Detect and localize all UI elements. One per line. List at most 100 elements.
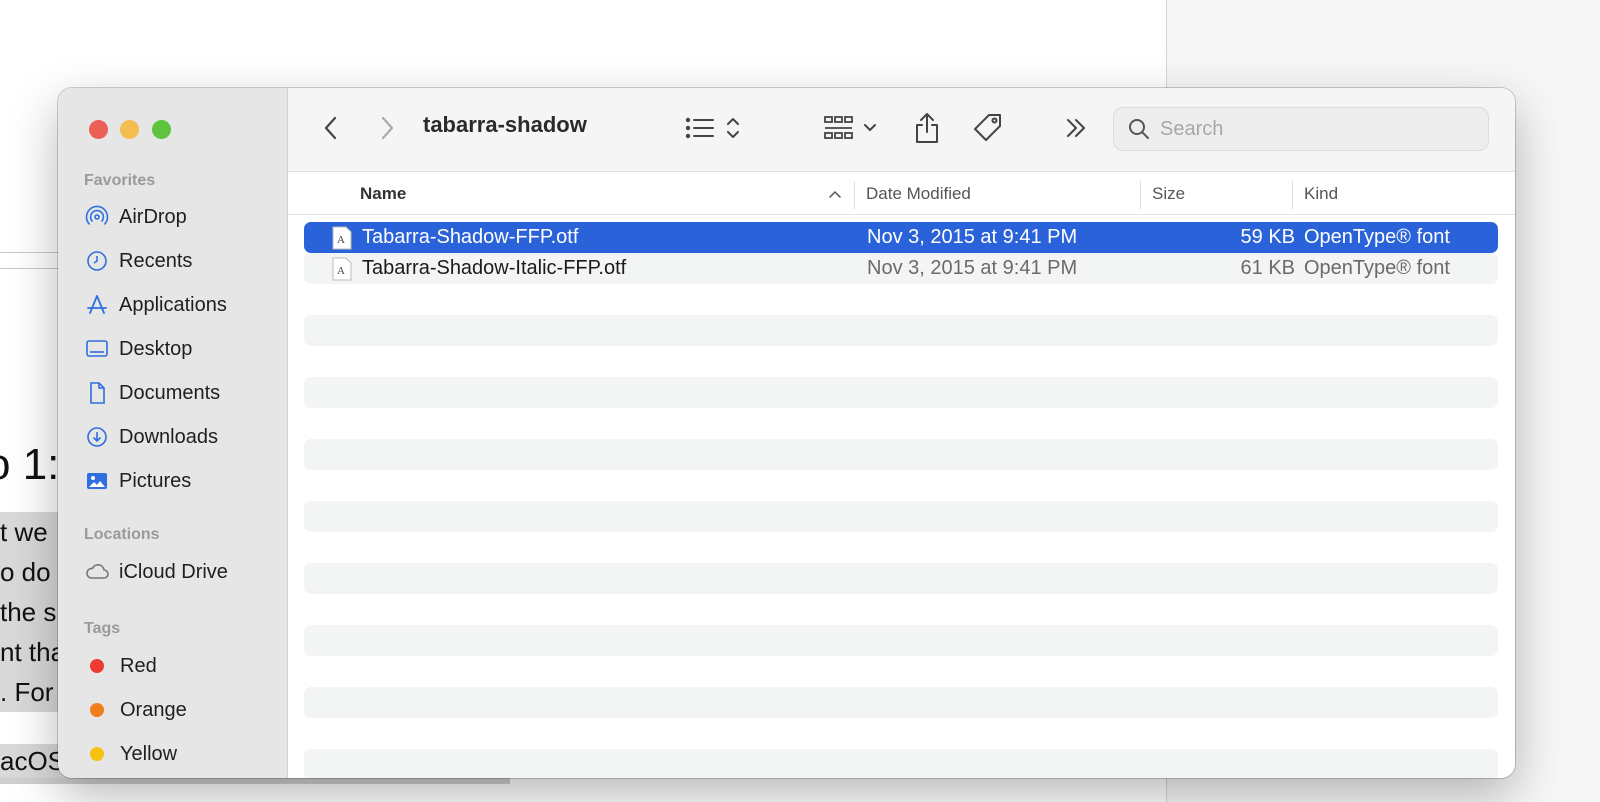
- sidebar-item-label: Orange: [120, 698, 187, 721]
- empty-row: [304, 625, 1498, 656]
- search-icon: [1129, 119, 1149, 139]
- back-button[interactable]: [316, 110, 346, 146]
- double-chevron-right-icon: [1067, 119, 1085, 137]
- download-icon: [84, 424, 110, 450]
- tag-icon: [974, 114, 1001, 141]
- document-icon: [84, 380, 110, 406]
- file-size: 61 KB: [1240, 257, 1295, 279]
- svg-text:A: A: [337, 265, 345, 277]
- sidebar-item-pictures[interactable]: Pictures: [84, 466, 191, 496]
- clock-icon: [84, 248, 110, 274]
- applications-icon: [84, 292, 110, 318]
- font-file-icon: A: [332, 257, 352, 281]
- sidebar-item-label: Pictures: [119, 469, 192, 492]
- file-name: Tabarra-Shadow-FFP.otf: [362, 226, 579, 248]
- file-row[interactable]: A Tabarra-Shadow-FFP.otf Nov 3, 2015 at …: [304, 222, 1498, 253]
- zoom-window-button[interactable]: [152, 120, 171, 139]
- sidebar-item-label: AirDrop: [119, 205, 187, 228]
- file-row[interactable]: A Tabarra-Shadow-Italic-FFP.otf Nov 3, 2…: [304, 253, 1498, 284]
- sidebar-item-recents[interactable]: Recents: [84, 246, 192, 276]
- empty-row: [304, 532, 1498, 563]
- chevron-up-down-icon: [727, 118, 739, 138]
- sort-ascending-icon: [829, 191, 841, 198]
- file-browser: tabarra-shadow Search Name Date Modified…: [288, 88, 1515, 778]
- grid-icon: [824, 116, 853, 139]
- desktop-icon: [84, 336, 110, 362]
- empty-row: [304, 749, 1498, 778]
- column-header: Name Date Modified Size Kind: [288, 173, 1515, 215]
- empty-row: [304, 408, 1498, 439]
- search-input[interactable]: [1160, 117, 1480, 141]
- sidebar-item-desktop[interactable]: Desktop: [84, 334, 192, 364]
- svg-text:A: A: [337, 234, 345, 246]
- empty-row: [304, 470, 1498, 501]
- group-button[interactable]: [820, 110, 880, 146]
- cloud-icon: [84, 559, 110, 585]
- sidebar-item-downloads[interactable]: Downloads: [84, 422, 218, 452]
- empty-row: [304, 656, 1498, 687]
- tag-button[interactable]: [970, 110, 1006, 146]
- column-separator[interactable]: [1292, 181, 1293, 209]
- empty-row: [304, 346, 1498, 377]
- toolbar: tabarra-shadow: [288, 88, 1515, 172]
- empty-row: [304, 563, 1498, 594]
- file-date-modified: Nov 3, 2015 at 9:41 PM: [867, 226, 1078, 248]
- sidebar-item-label: Yellow: [120, 742, 178, 765]
- sidebar-item-label: Downloads: [119, 425, 218, 448]
- tag-color-dot: [90, 747, 104, 761]
- background-scrollbar: [0, 778, 510, 784]
- list-view-icon: [685, 117, 714, 139]
- background-heading: o 1:: [0, 440, 60, 489]
- column-separator[interactable]: [1140, 181, 1141, 209]
- sidebar-tag-red[interactable]: Red: [84, 651, 157, 681]
- file-list: A Tabarra-Shadow-FFP.otf Nov 3, 2015 at …: [304, 222, 1498, 778]
- view-options-button[interactable]: [682, 110, 744, 146]
- sidebar-item-label: Red: [120, 654, 157, 677]
- empty-row: [304, 377, 1498, 408]
- finder-window: Favorites AirDrop Recents Applications D…: [58, 88, 1515, 778]
- sidebar-tag-yellow[interactable]: Yellow: [84, 739, 177, 769]
- file-size: 59 KB: [1240, 226, 1295, 248]
- sidebar-item-airdrop[interactable]: AirDrop: [84, 202, 187, 232]
- empty-row: [304, 315, 1498, 346]
- close-window-button[interactable]: [89, 120, 108, 139]
- column-separator[interactable]: [854, 181, 855, 209]
- column-size[interactable]: Size: [1152, 184, 1185, 204]
- empty-row: [304, 501, 1498, 532]
- file-name: Tabarra-Shadow-Italic-FFP.otf: [362, 257, 627, 279]
- empty-row: [304, 718, 1498, 749]
- column-kind[interactable]: Kind: [1304, 184, 1338, 204]
- sidebar-item-label: Recents: [119, 249, 193, 272]
- more-toolbar-items-button[interactable]: [1060, 110, 1092, 146]
- empty-row: [304, 439, 1498, 470]
- search-field[interactable]: [1113, 107, 1489, 151]
- sidebar-item-applications[interactable]: Applications: [84, 290, 227, 320]
- file-kind: OpenType® font: [1304, 257, 1450, 279]
- sidebar-item-label: Documents: [119, 381, 221, 404]
- sidebar-item-label: Desktop: [119, 337, 193, 360]
- share-button[interactable]: [910, 110, 944, 146]
- chevron-left-icon: [324, 116, 337, 140]
- sidebar-item-label: iCloud Drive: [119, 560, 228, 583]
- file-date-modified: Nov 3, 2015 at 9:41 PM: [867, 257, 1078, 279]
- empty-row: [304, 594, 1498, 625]
- window-title: tabarra-shadow: [423, 112, 587, 137]
- column-name[interactable]: Name: [360, 184, 406, 204]
- file-kind: OpenType® font: [1304, 226, 1450, 248]
- sidebar-section-favorites: Favorites: [84, 172, 156, 189]
- sidebar-tag-orange[interactable]: Orange: [84, 695, 187, 725]
- tag-color-dot: [90, 703, 104, 717]
- sidebar: Favorites AirDrop Recents Applications D…: [58, 88, 288, 778]
- minimize-window-button[interactable]: [120, 120, 139, 139]
- forward-button[interactable]: [372, 110, 402, 146]
- sidebar-item-documents[interactable]: Documents: [84, 378, 220, 408]
- sidebar-item-icloud-drive[interactable]: iCloud Drive: [84, 557, 228, 587]
- empty-row: [304, 687, 1498, 718]
- airdrop-icon: [84, 204, 110, 230]
- sidebar-item-label: Applications: [119, 293, 227, 316]
- share-icon: [916, 113, 938, 143]
- chevron-down-icon: [864, 124, 876, 131]
- chevron-right-icon: [381, 116, 394, 140]
- empty-row: [304, 284, 1498, 315]
- column-date-modified[interactable]: Date Modified: [866, 184, 971, 204]
